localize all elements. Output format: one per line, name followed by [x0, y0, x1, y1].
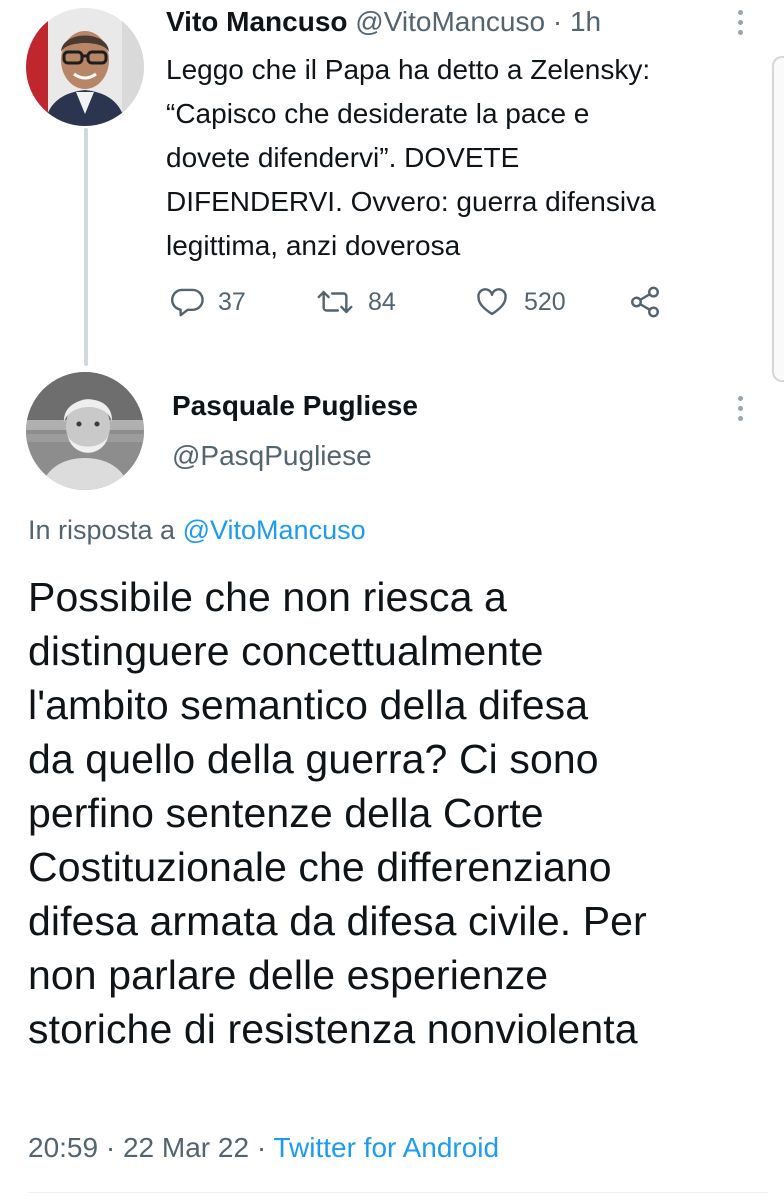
text-line: storiche di resistenza nonviolenta — [28, 1006, 638, 1052]
text-line: DIFENDERVI. Ovvero: guerra difensiva — [166, 186, 656, 217]
text-line: Possibile che non riesca a — [28, 574, 507, 620]
retweet-button[interactable]: 84 — [316, 280, 396, 324]
text-line: distinguere concettualmente — [28, 628, 544, 674]
tweet-meta: 20:59 · 22 Mar 22 · Twitter for Android — [28, 1130, 499, 1166]
text-line: Leggo che il Papa ha detto a Zelensky: — [166, 54, 651, 85]
text-line: difesa armata da difesa civile. Per — [28, 898, 647, 944]
text-line: da quello della guerra? Ci sono — [28, 736, 599, 782]
reply-tweet-text: Possibile che non riesca a distinguere c… — [28, 570, 768, 1056]
text-line: dovete difendervi”. DOVETE — [166, 142, 520, 173]
more-vertical-icon[interactable] — [736, 10, 744, 35]
author-name[interactable]: Pasquale Pugliese — [172, 388, 418, 424]
text-line: l'ambito semantico della difesa — [28, 682, 589, 728]
avatar-vito-mancuso[interactable] — [26, 8, 144, 126]
tweet-time[interactable]: 20:59 — [28, 1132, 98, 1163]
like-button[interactable]: 520 — [474, 280, 566, 324]
retweet-count: 84 — [368, 287, 396, 316]
avatar-pasquale-pugliese[interactable] — [26, 372, 144, 490]
parent-tweet-header: Vito Mancuso @VitoMancuso · 1h — [166, 4, 601, 40]
replying-to-label: In risposta a — [28, 515, 176, 545]
author-name[interactable]: Vito Mancuso — [166, 6, 348, 37]
tweet-client[interactable]: Twitter for Android — [273, 1132, 499, 1163]
like-count: 520 — [524, 287, 566, 316]
replying-to: In risposta a @VitoMancuso — [28, 512, 366, 548]
text-line: perfino sentenze della Corte — [28, 790, 544, 836]
reply-icon — [170, 288, 204, 317]
text-line: Costituzionale che differenziano — [28, 844, 612, 890]
meta-separator: · — [105, 1132, 116, 1163]
replying-to-mention[interactable]: @VitoMancuso — [183, 515, 366, 545]
retweet-icon — [317, 290, 353, 314]
more-vertical-icon[interactable] — [736, 396, 744, 421]
meta-separator: · — [256, 1132, 267, 1163]
tweet-date[interactable]: 22 Mar 22 — [123, 1132, 249, 1163]
share-icon — [631, 286, 659, 318]
text-line: “Capisco che desiderate la pace e — [166, 98, 590, 129]
divider — [28, 1192, 768, 1193]
author-handle[interactable]: @PasqPugliese — [172, 438, 372, 474]
header-separator: · — [552, 6, 563, 37]
reply-count: 37 — [218, 287, 246, 316]
author-handle[interactable]: @VitoMancuso — [355, 6, 545, 37]
share-button[interactable] — [628, 280, 662, 324]
tweet-actions: 37 84 520 — [166, 280, 686, 324]
parent-tweet[interactable]: Vito Mancuso @VitoMancuso · 1h Leggo che… — [0, 0, 784, 360]
tweet-timestamp[interactable]: 1h — [570, 6, 601, 37]
heart-icon — [477, 288, 507, 316]
text-line: legittima, anzi doverosa — [166, 230, 461, 261]
text-line: non parlare delle esperienze — [28, 952, 549, 998]
parent-tweet-text: Leggo che il Papa ha detto a Zelensky: “… — [166, 48, 746, 268]
reply-button[interactable]: 37 — [170, 280, 246, 324]
